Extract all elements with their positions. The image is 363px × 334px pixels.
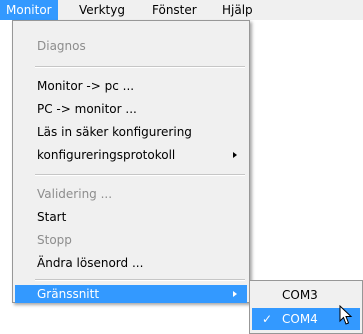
menu-item-monitor-to-pc[interactable]: Monitor -> pc ... (15, 75, 247, 97)
submenu-item-com3[interactable]: COM3 (252, 284, 360, 306)
menu-item-label: Gränssnitt (37, 287, 100, 301)
submenu-arrow-icon (233, 152, 237, 158)
menu-separator (35, 279, 245, 281)
menu-item-validering: Validering ... (37, 187, 113, 201)
menubar-item-hjalp[interactable]: Hjälp (216, 0, 259, 20)
menu-item-change-password[interactable]: Ändra lösenord ... (15, 252, 247, 274)
menu-item-granssnitt[interactable]: Gränssnitt (15, 285, 247, 303)
submenu-item-label: COM4 (282, 312, 318, 326)
submenu-arrow-icon (233, 291, 237, 297)
mouse-cursor-icon (339, 305, 353, 325)
menu-item-pc-to-monitor[interactable]: PC -> monitor ... (15, 98, 247, 120)
check-icon: ✓ (262, 312, 273, 326)
menubar-item-monitor[interactable]: Monitor (0, 0, 58, 20)
menu-item-stopp: Stopp (37, 233, 72, 247)
menubar-item-fonster[interactable]: Fönster (146, 0, 203, 20)
menu-item-load-secure-config[interactable]: Läs in säker konfigurering (15, 121, 247, 143)
menubar-item-verktyg[interactable]: Verktyg (73, 0, 131, 20)
menu-item-label: konfigureringsprotokoll (37, 148, 176, 162)
menu-item-start[interactable]: Start (15, 206, 247, 228)
monitor-menu: Diagnos Monitor -> pc ... PC -> monitor … (12, 20, 250, 303)
menu-separator (35, 66, 245, 68)
menu-separator (35, 174, 245, 176)
menu-item-diagnos: Diagnos (37, 39, 86, 53)
menu-bar: Monitor Verktyg Fönster Hjälp (0, 0, 363, 20)
menu-item-config-protocol[interactable]: konfigureringsprotokoll (15, 144, 247, 166)
